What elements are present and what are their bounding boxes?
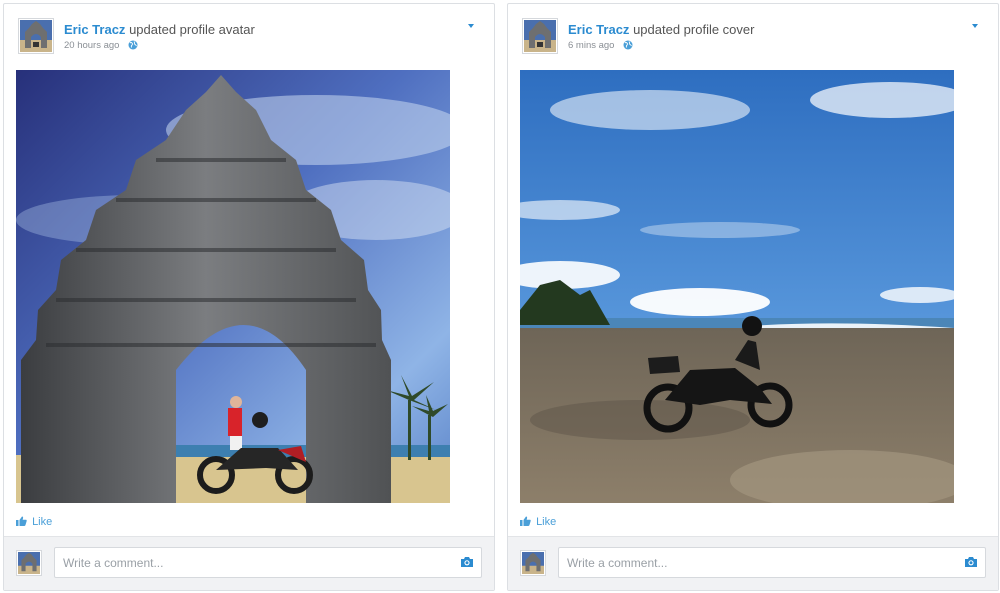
avatar-image bbox=[524, 20, 556, 52]
author-name-link[interactable]: Eric Tracz bbox=[64, 22, 125, 37]
beach-photo-image bbox=[520, 70, 954, 503]
author-avatar[interactable] bbox=[18, 18, 54, 54]
feed-post: Eric Tracz updated profile avatar 20 hou… bbox=[3, 3, 495, 591]
feed-post: Eric Tracz updated profile cover 6 mins … bbox=[507, 3, 999, 591]
post-title: Eric Tracz updated profile avatar bbox=[64, 22, 255, 37]
like-button[interactable]: Like bbox=[520, 516, 556, 528]
comment-input-wrapper bbox=[54, 547, 482, 578]
like-label: Like bbox=[536, 516, 557, 528]
post-photo[interactable] bbox=[16, 70, 450, 503]
comment-input[interactable] bbox=[559, 548, 985, 577]
temple-photo-image bbox=[16, 70, 450, 503]
post-title: Eric Tracz updated profile cover bbox=[568, 22, 754, 37]
avatar-image bbox=[20, 20, 52, 52]
post-header: Eric Tracz updated profile cover 6 mins … bbox=[522, 16, 984, 56]
like-button[interactable]: Like bbox=[16, 516, 52, 528]
author-name-link[interactable]: Eric Tracz bbox=[568, 22, 629, 37]
comment-footer bbox=[4, 536, 494, 590]
avatar-image bbox=[522, 552, 544, 574]
post-photo[interactable] bbox=[520, 70, 954, 503]
like-label: Like bbox=[32, 516, 53, 528]
camera-icon[interactable] bbox=[460, 556, 474, 568]
thumbs-up-icon bbox=[520, 516, 531, 526]
globe-icon[interactable] bbox=[128, 40, 138, 50]
comment-input[interactable] bbox=[55, 548, 481, 577]
post-timestamp[interactable]: 20 hours ago bbox=[64, 40, 119, 51]
commenter-avatar bbox=[16, 550, 42, 576]
post-meta: 20 hours ago bbox=[64, 40, 138, 51]
avatar-image bbox=[18, 552, 40, 574]
author-avatar[interactable] bbox=[522, 18, 558, 54]
post-action-text: updated profile cover bbox=[633, 22, 755, 37]
comment-footer bbox=[508, 536, 998, 590]
caret-down-icon[interactable] bbox=[464, 20, 478, 32]
globe-icon[interactable] bbox=[623, 40, 633, 50]
post-timestamp[interactable]: 6 mins ago bbox=[568, 40, 614, 51]
thumbs-up-icon bbox=[16, 516, 27, 526]
caret-down-icon[interactable] bbox=[968, 20, 982, 32]
post-action-text: updated profile avatar bbox=[129, 22, 255, 37]
camera-icon[interactable] bbox=[964, 556, 978, 568]
post-meta: 6 mins ago bbox=[568, 40, 633, 51]
commenter-avatar bbox=[520, 550, 546, 576]
comment-input-wrapper bbox=[558, 547, 986, 578]
post-header: Eric Tracz updated profile avatar 20 hou… bbox=[18, 16, 480, 56]
